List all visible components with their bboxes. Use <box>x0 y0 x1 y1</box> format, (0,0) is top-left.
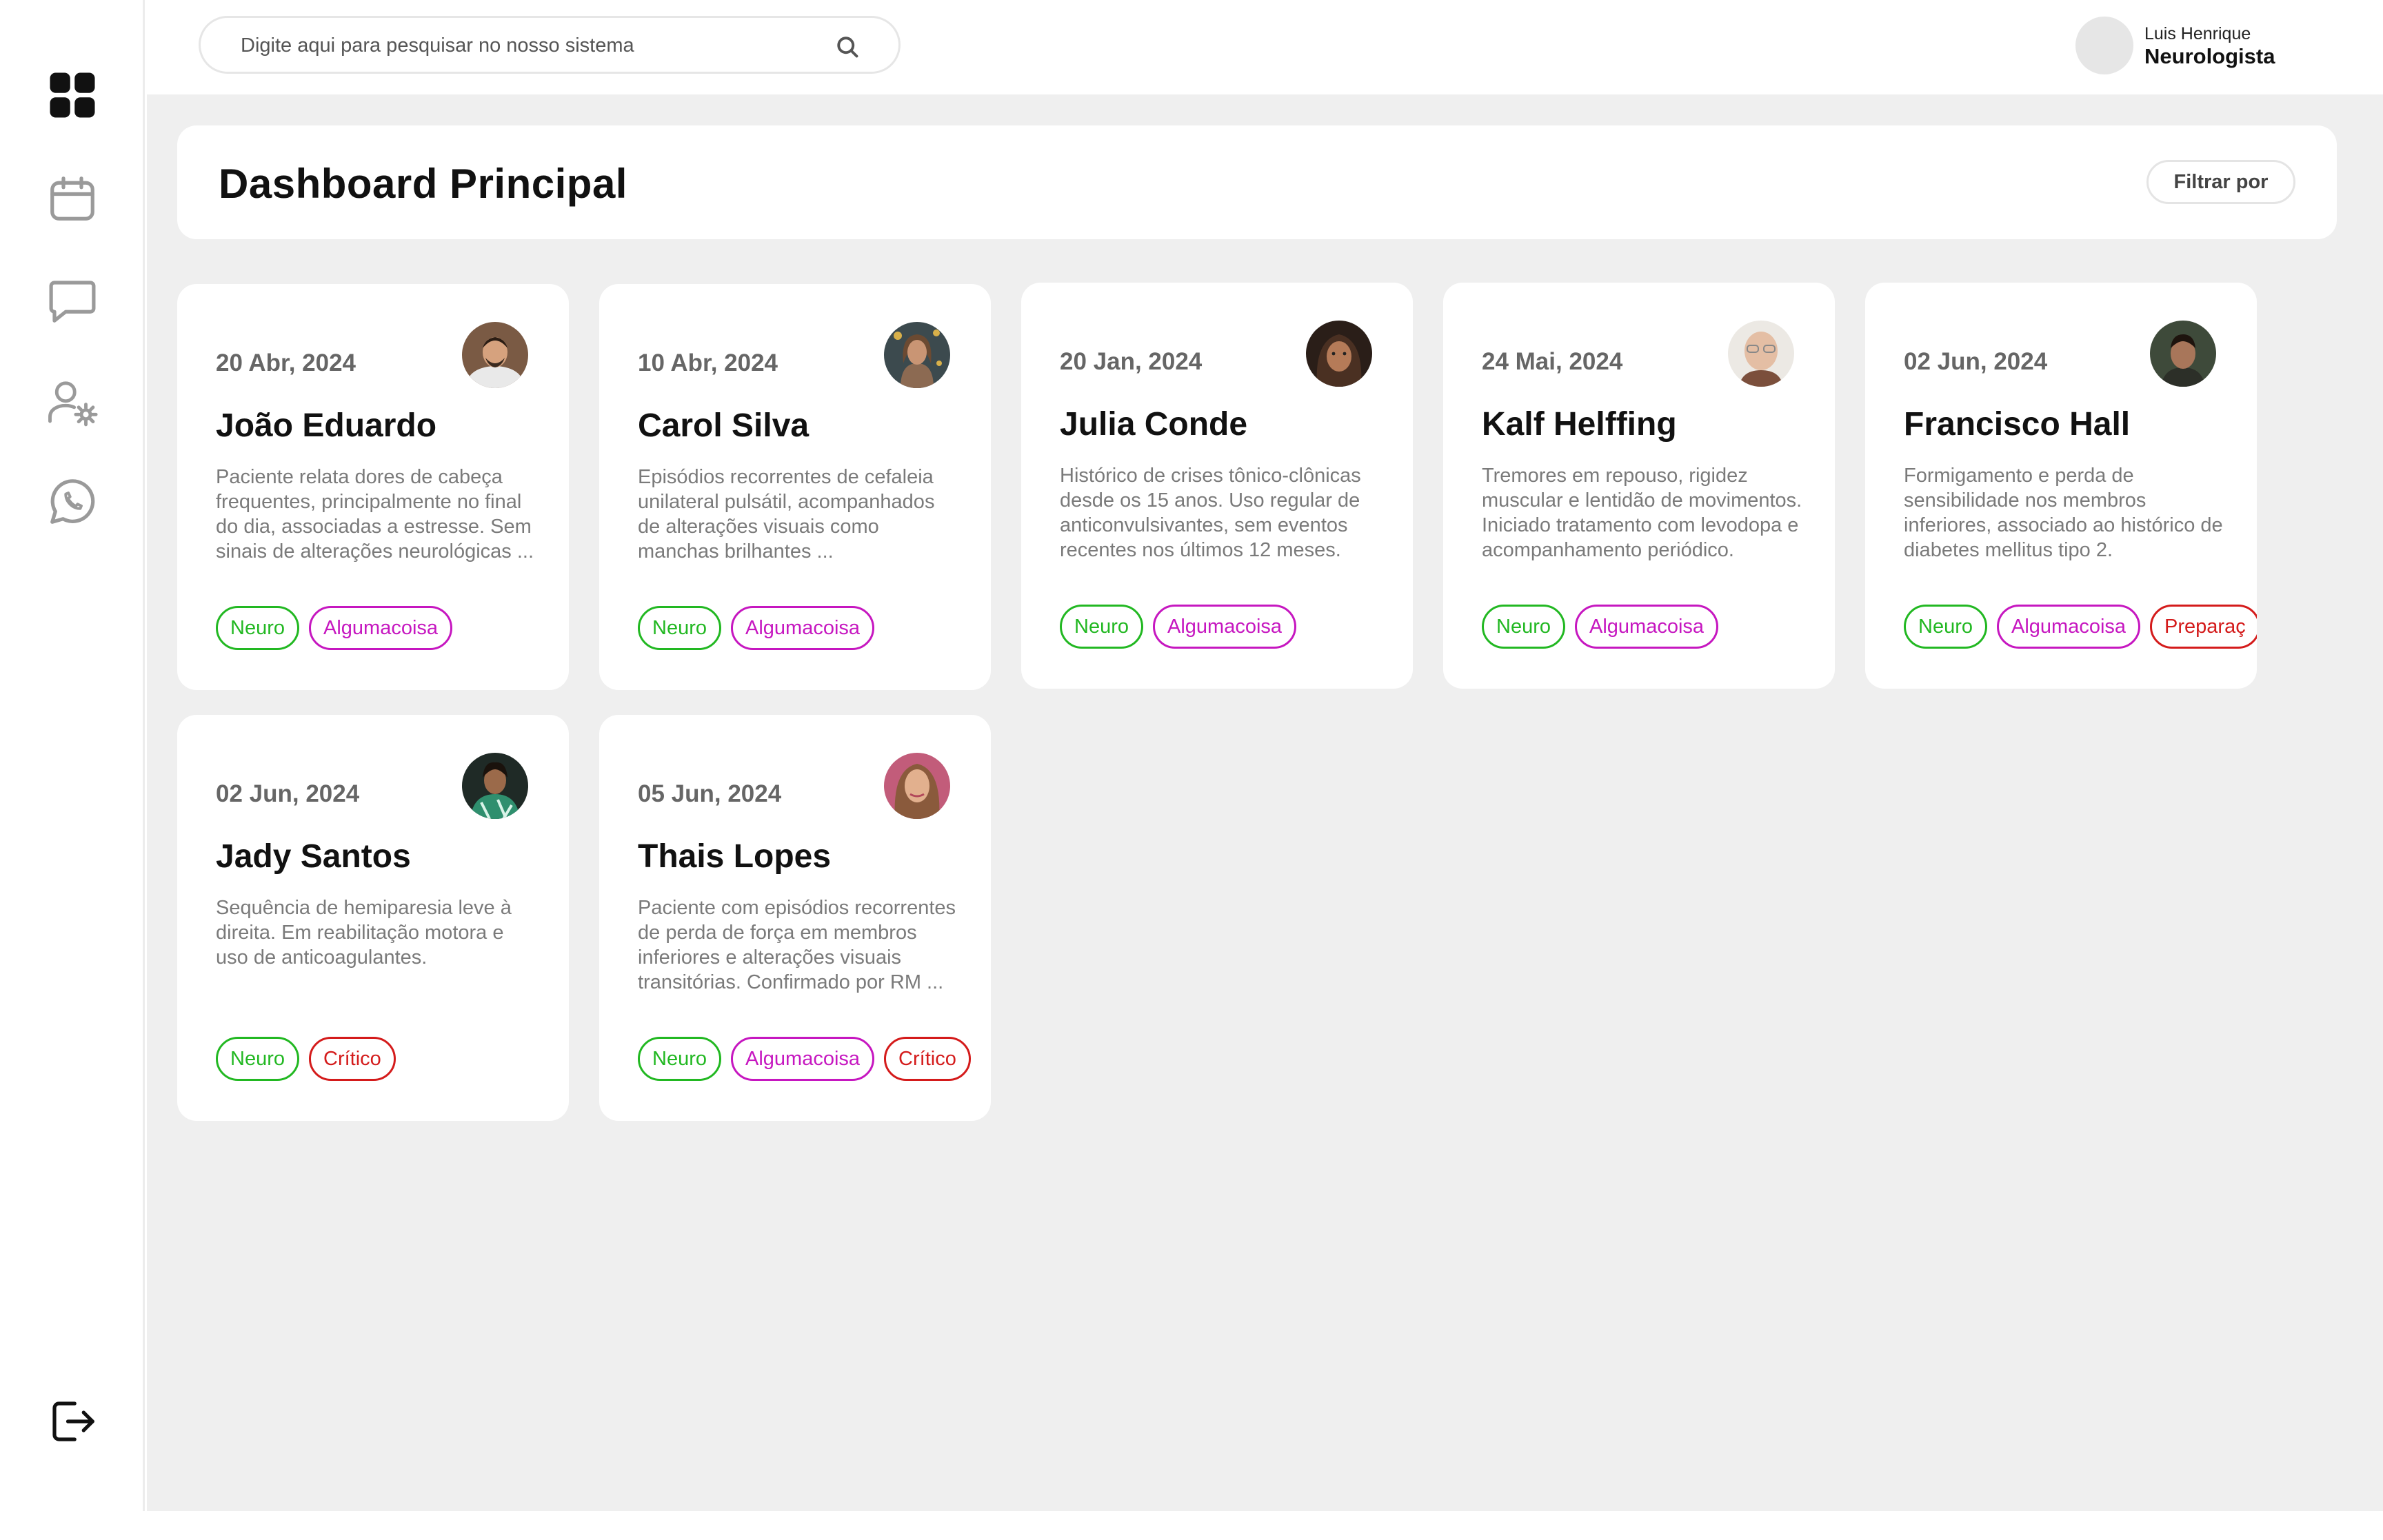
patient-name: Thais Lopes <box>638 838 832 875</box>
tag-algumacoisa[interactable]: Algumacoisa <box>1153 605 1297 649</box>
tag-list: Neuro Algumacoisa <box>216 606 453 650</box>
patient-name: Francisco Hall <box>1904 406 2131 443</box>
patient-name: João Eduardo <box>216 407 437 444</box>
patient-card[interactable]: 24 Mai, 2024 Kalf Helffing Tremores em r… <box>1443 283 1835 689</box>
patient-description: Paciente com episódios recorrentes de pe… <box>638 897 956 993</box>
tag-neuro[interactable]: Neuro <box>1904 605 1987 649</box>
patient-description: Sequência de hemiparesia leve à direita.… <box>216 897 512 969</box>
tag-list: Neuro Algumacoisa <box>1060 605 1297 649</box>
tag-critico[interactable]: Crítico <box>309 1037 396 1081</box>
tag-list: Neuro Algumacoisa Preparaç <box>1904 605 2257 649</box>
patient-description: Tremores em repouso, rigidez muscular e … <box>1482 465 1802 561</box>
patient-photo <box>462 753 528 819</box>
tag-list: Neuro Crítico <box>216 1037 396 1081</box>
patient-card[interactable]: 02 Jun, 2024 Jady Santos Sequência de he… <box>177 715 569 1121</box>
dashboard-icon <box>50 72 95 118</box>
chat-icon <box>49 281 96 323</box>
tag-algumacoisa[interactable]: Algumacoisa <box>309 606 453 650</box>
patient-photo <box>1728 321 1794 387</box>
page-title: Dashboard Principal <box>219 161 627 207</box>
logout-button[interactable] <box>41 1390 103 1452</box>
patient-card[interactable]: 05 Jun, 2024 Thais Lopes Paciente com ep… <box>599 715 991 1121</box>
patient-photo <box>884 753 950 819</box>
search-bar <box>199 16 901 74</box>
patient-photo <box>1306 321 1372 387</box>
patient-card[interactable]: 20 Abr, 2024 João Eduardo Paciente relat… <box>177 284 569 690</box>
patient-card[interactable]: 02 Jun, 2024 Francisco Hall Formigamento… <box>1865 283 2257 689</box>
patient-photo <box>462 322 528 388</box>
tag-list: Neuro Algumacoisa Crítico <box>638 1037 971 1081</box>
card-date: 05 Jun, 2024 <box>638 780 782 807</box>
patient-description: Formigamento e perda de sensibilidade no… <box>1904 465 2223 561</box>
patient-name: Julia Conde <box>1060 406 1248 443</box>
patient-photo-image <box>462 753 528 819</box>
sidebar-item-calendar[interactable] <box>41 168 103 230</box>
card-date: 20 Abr, 2024 <box>216 349 356 376</box>
tag-neuro[interactable]: Neuro <box>216 1037 299 1081</box>
user-role: Neurologista <box>2144 44 2275 68</box>
user-profile[interactable]: Luis Henrique Neurologista <box>2075 15 2365 77</box>
card-date: 02 Jun, 2024 <box>216 780 360 807</box>
whatsapp-icon <box>50 479 95 524</box>
page-header: Dashboard Principal Filtrar por <box>177 125 2337 239</box>
tag-preparacao[interactable]: Preparaç <box>2150 605 2257 649</box>
user-name: Luis Henrique <box>2144 24 2251 43</box>
card-date: 02 Jun, 2024 <box>1904 348 2048 375</box>
app-root: Luis Henrique Neurologista Dashboard Pri… <box>0 0 2383 1540</box>
sidebar <box>0 0 145 1511</box>
patient-description: Histórico de crises tônico-clônicas desd… <box>1060 465 1361 561</box>
sidebar-item-user-settings[interactable] <box>41 372 103 434</box>
patient-name: Jady Santos <box>216 838 411 875</box>
tag-critico[interactable]: Crítico <box>884 1037 971 1081</box>
card-date: 20 Jan, 2024 <box>1060 348 1203 375</box>
tag-neuro[interactable]: Neuro <box>638 606 721 650</box>
patient-photo-image <box>1306 321 1372 387</box>
card-date: 10 Abr, 2024 <box>638 349 778 376</box>
patient-name: Kalf Helffing <box>1482 406 1677 443</box>
tag-neuro[interactable]: Neuro <box>1482 605 1565 649</box>
sidebar-item-dashboard[interactable] <box>41 64 103 126</box>
tag-list: Neuro Algumacoisa <box>638 606 875 650</box>
patient-photo-image <box>462 322 528 388</box>
calendar-icon <box>50 176 94 221</box>
patient-description: Paciente relata dores de cabeça frequent… <box>216 466 534 563</box>
patient-photo <box>2150 321 2216 387</box>
tag-algumacoisa[interactable]: Algumacoisa <box>1575 605 1719 649</box>
top-header: Luis Henrique Neurologista <box>145 0 2383 94</box>
patient-photo-image <box>884 322 950 388</box>
patient-photo <box>884 322 950 388</box>
tag-algumacoisa[interactable]: Algumacoisa <box>731 606 875 650</box>
patient-photo-image <box>2150 321 2216 387</box>
patient-name: Carol Silva <box>638 407 810 444</box>
search-icon[interactable] <box>835 34 860 59</box>
tag-algumacoisa[interactable]: Algumacoisa <box>731 1037 875 1081</box>
patient-photo-image <box>1728 321 1794 387</box>
sidebar-item-messages[interactable] <box>41 270 103 332</box>
tag-algumacoisa[interactable]: Algumacoisa <box>1997 605 2141 649</box>
sidebar-item-whatsapp[interactable] <box>41 471 103 533</box>
tag-neuro[interactable]: Neuro <box>1060 605 1143 649</box>
patient-description: Episódios recorrentes de cefaleia unilat… <box>638 466 935 563</box>
main-content: Dashboard Principal Filtrar por 20 Abr, … <box>147 94 2383 1511</box>
filter-button[interactable]: Filtrar por <box>2146 160 2295 204</box>
tag-neuro[interactable]: Neuro <box>216 606 299 650</box>
patient-photo-image <box>884 753 950 819</box>
user-settings-icon <box>48 381 98 427</box>
logout-icon <box>52 1401 94 1441</box>
patient-card[interactable]: 20 Jan, 2024 Julia Conde Histórico de cr… <box>1021 283 1413 689</box>
avatar <box>2075 17 2133 74</box>
search-input[interactable] <box>241 30 806 61</box>
tag-list: Neuro Algumacoisa <box>1482 605 1719 649</box>
card-date: 24 Mai, 2024 <box>1482 348 1623 375</box>
tag-neuro[interactable]: Neuro <box>638 1037 721 1081</box>
patient-card[interactable]: 10 Abr, 2024 Carol Silva Episódios recor… <box>599 284 991 690</box>
